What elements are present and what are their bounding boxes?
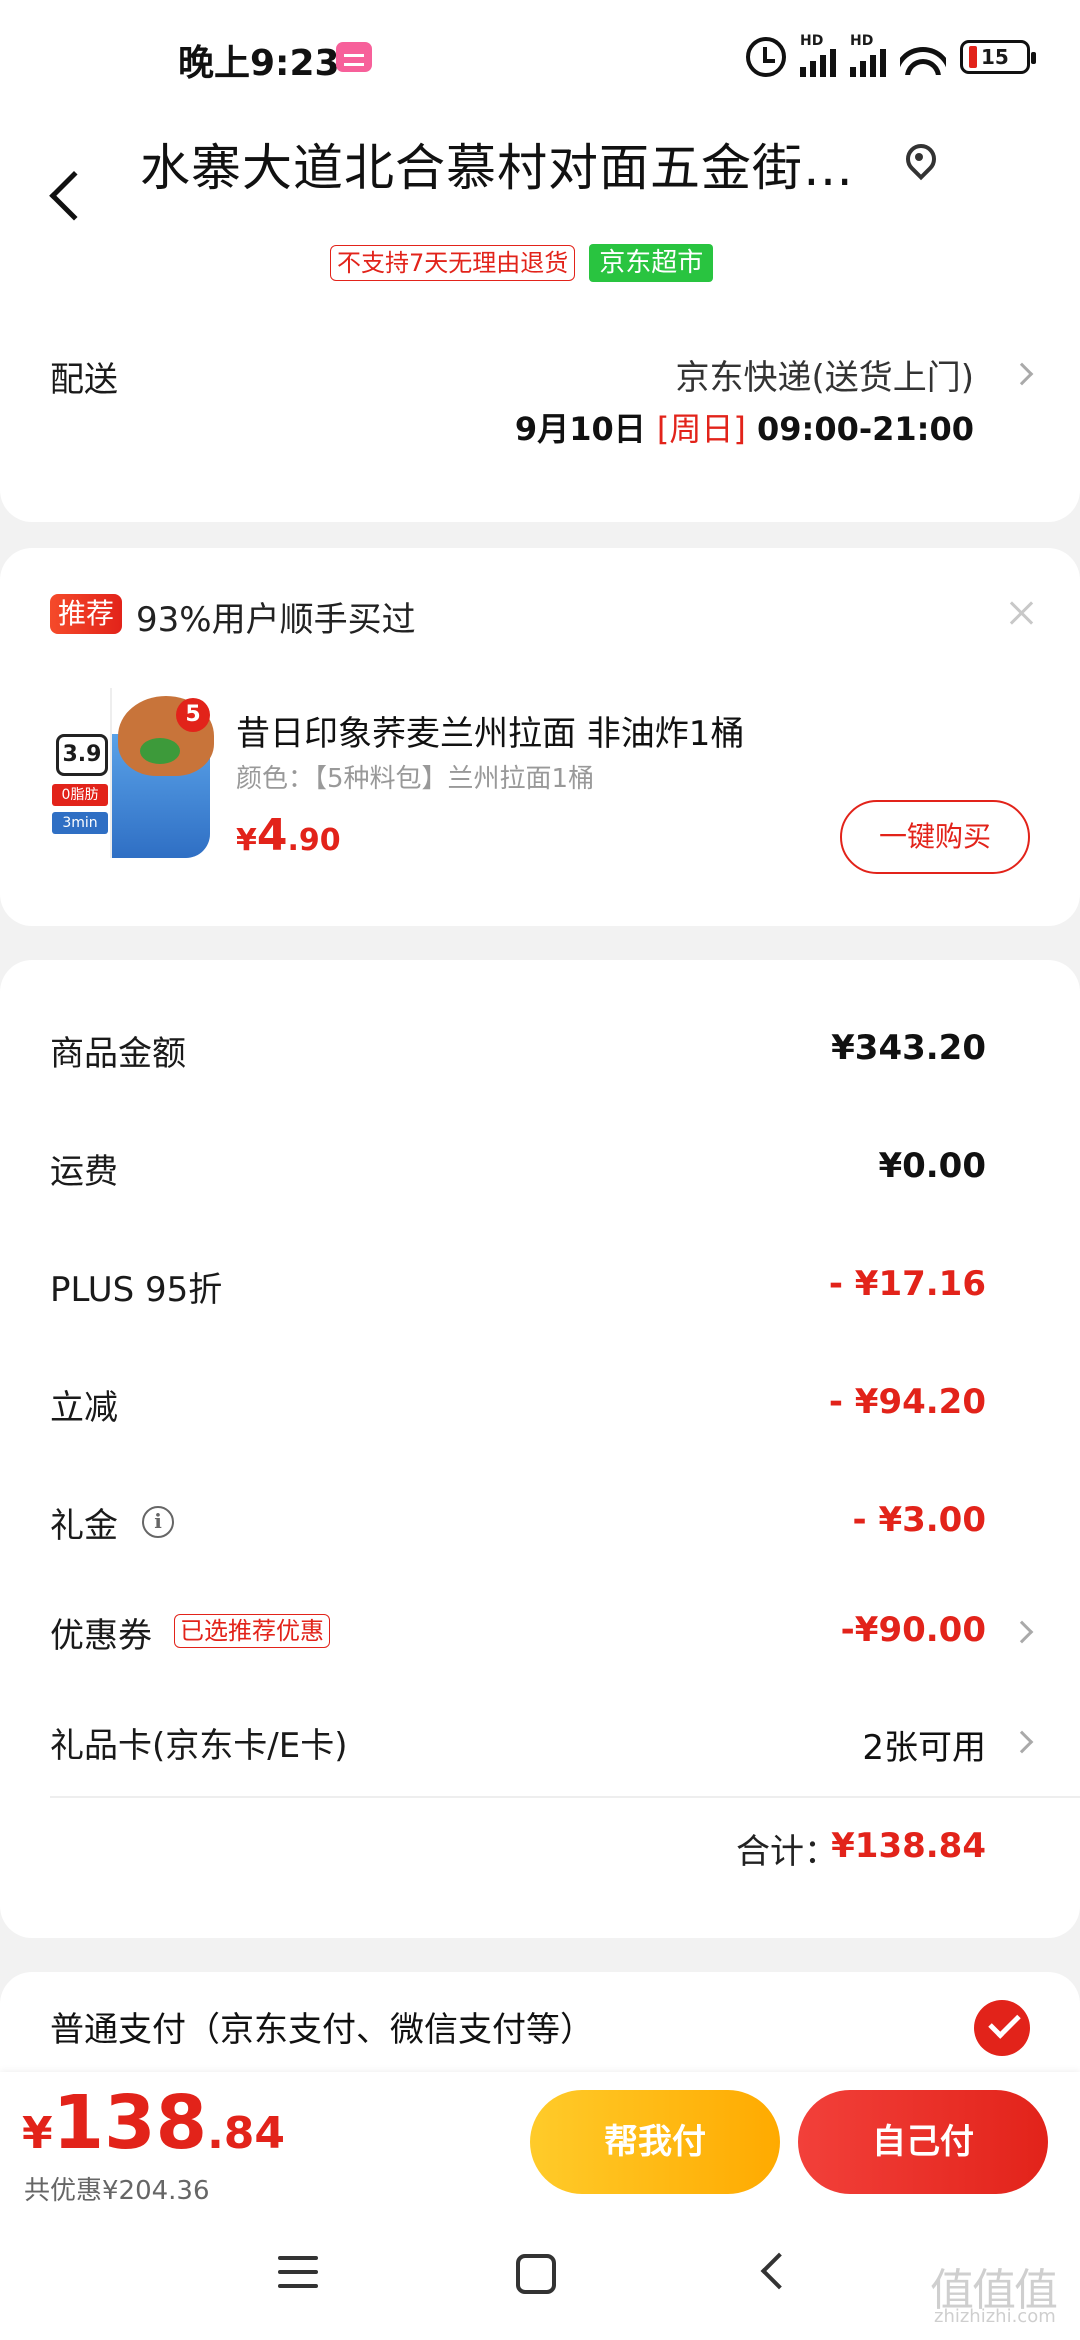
- home-icon[interactable]: [516, 2254, 556, 2294]
- recommend-badge: 推荐: [50, 594, 123, 634]
- total-value: ¥138.84: [831, 1826, 986, 1866]
- delivery-label: 配送: [50, 360, 118, 400]
- delivery-day: [周日]: [656, 410, 746, 448]
- delivery-address[interactable]: 水寨大道北合慕村对面五金街…: [140, 128, 854, 200]
- one-click-buy-button[interactable]: 一键购买: [840, 800, 1030, 874]
- close-icon[interactable]: [1008, 600, 1034, 626]
- bilibili-icon: [336, 42, 372, 72]
- summary-row-shipping: 运费 ¥0.00: [50, 1146, 986, 1192]
- delivery-hours: 09:00-21:00: [757, 410, 974, 448]
- summary-row-instant-discount: 立减 - ¥94.20: [50, 1382, 986, 1428]
- product-name[interactable]: 昔日印象荞麦兰州拉面 非油炸1桶: [236, 706, 744, 755]
- product-spec: 颜色：【5种料包】兰州拉面1桶: [236, 764, 595, 794]
- signal-icon-2: HD: [850, 33, 886, 77]
- wifi-icon: [900, 39, 946, 75]
- image-price-tag: 3.9: [56, 734, 108, 776]
- alarm-icon: [746, 37, 786, 77]
- image-label-time: 3min: [52, 812, 108, 834]
- delivery-time[interactable]: 9月10日 [周日] 09:00-21:00: [515, 404, 974, 450]
- signal-icon-1: HD: [800, 33, 836, 77]
- no-return-tag: 不支持7天无理由退货: [330, 245, 576, 281]
- chevron-right-icon[interactable]: [1010, 1730, 1034, 1754]
- divider: [50, 1796, 1080, 1798]
- status-bar: 晚上9:23 HD HD 15: [0, 0, 1080, 112]
- status-icons: HD HD 15: [746, 33, 1036, 78]
- delivery-date: 9月10日: [514, 410, 646, 448]
- chevron-right-icon[interactable]: [1010, 362, 1034, 386]
- info-icon[interactable]: i: [142, 1506, 174, 1538]
- checkout-total-price: ¥138.84: [22, 2080, 286, 2166]
- image-label-fat: 0脂肪: [52, 784, 108, 806]
- payment-method-label[interactable]: 普通支付（京东支付、微信支付等）: [50, 2002, 594, 2051]
- pay-myself-button[interactable]: 自己付: [798, 2090, 1048, 2194]
- help-me-pay-button[interactable]: 帮我付: [530, 2090, 780, 2194]
- delivery-method[interactable]: 京东快递(送货上门): [675, 350, 974, 399]
- summary-row-goods: 商品金额 ¥343.20: [50, 1028, 986, 1074]
- battery-icon: 15: [960, 40, 1036, 74]
- summary-row-gift-card[interactable]: 礼品卡(京东卡/E卡) 2张可用: [0, 1710, 1080, 1770]
- summary-row-gift-money: 礼金 i - ¥3.00: [50, 1500, 986, 1546]
- menu-icon[interactable]: [278, 2256, 318, 2292]
- back-arrow-icon[interactable]: [56, 136, 100, 206]
- image-badge-five: 5: [176, 698, 210, 732]
- chevron-right-icon[interactable]: [1010, 1620, 1034, 1644]
- product-image[interactable]: 3.9 0脂肪 3min 5: [48, 688, 218, 858]
- recommend-card: 推荐 93%用户顺手买过 3.9 0脂肪 3min 5 昔日印象荞麦兰州拉面 非…: [0, 548, 1080, 926]
- summary-row-coupon[interactable]: 优惠券 已选推荐优惠 -¥90.00: [0, 1600, 1080, 1660]
- battery-level: 15: [981, 45, 1009, 69]
- location-pin-icon[interactable]: [906, 144, 932, 180]
- checkmark-icon[interactable]: [974, 2000, 1030, 2056]
- price-summary-card: [0, 960, 1080, 1938]
- total-savings: 共优惠¥204.36: [24, 2176, 210, 2206]
- jd-supermarket-tag: 京东超市: [589, 244, 714, 282]
- status-time: 晚上9:23: [178, 43, 340, 84]
- recommend-title: 93%用户顺手买过: [136, 600, 416, 640]
- address-header: 水寨大道北合慕村对面五金街… 不支持7天无理由退货 京东超市 配送 京东快递(送…: [0, 112, 1080, 522]
- product-price: ¥4.90: [236, 810, 341, 861]
- coupon-selected-tag: 已选推荐优惠: [174, 1614, 330, 1648]
- watermark-url: zhizhizhi.com: [934, 2306, 1056, 2327]
- summary-row-plus-discount: PLUS 95折 - ¥17.16: [50, 1264, 986, 1310]
- store-tags: 不支持7天无理由退货 京东超市: [330, 244, 714, 282]
- total-label: 合计：: [736, 1832, 838, 1872]
